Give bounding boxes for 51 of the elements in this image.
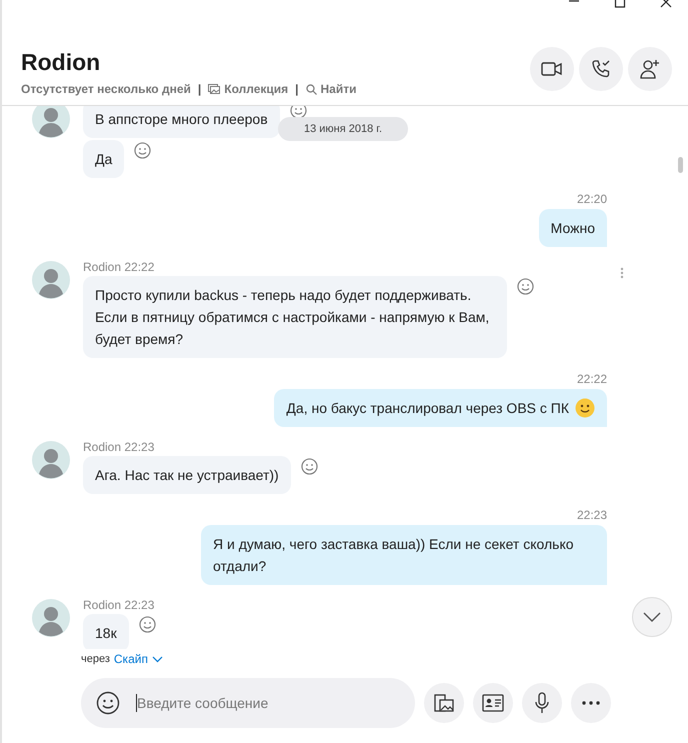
separator: | <box>198 82 202 96</box>
emoji-reaction-icon[interactable] <box>138 616 156 633</box>
search-link[interactable]: Найти <box>306 82 356 96</box>
message-field[interactable]: Введите сообщение <box>81 678 415 728</box>
gallery-link[interactable]: Коллекция <box>208 82 288 96</box>
sender-time: Rodion 22:23 <box>83 599 156 612</box>
date-label: 13 июня 2018 г. <box>278 117 408 141</box>
emoji-reaction-icon[interactable] <box>300 458 318 475</box>
message-input[interactable]: Введите сообщение <box>136 694 379 712</box>
contact-card-button[interactable] <box>473 683 513 723</box>
message-time: 22:22 <box>576 372 607 386</box>
emoji-reaction-icon[interactable] <box>290 106 307 119</box>
phone-icon <box>590 58 612 80</box>
via-link[interactable]: Скайп <box>114 652 163 666</box>
maximize-icon[interactable] <box>614 0 626 8</box>
more-icon <box>582 701 600 705</box>
gallery-icon <box>208 84 220 94</box>
sender-time: Rodion 22:22 <box>83 261 156 274</box>
close-icon[interactable] <box>660 0 672 8</box>
image-icon <box>433 692 455 714</box>
via-text: через <box>81 653 110 665</box>
emoji-reaction-icon[interactable] <box>517 278 534 295</box>
emoji-icon[interactable] <box>96 691 120 715</box>
message-bubble: Можно <box>538 209 607 247</box>
message-bubble: Ага. Нас так не устраивает)) <box>83 456 291 494</box>
contact-name: Rodion <box>21 49 102 76</box>
video-camera-icon <box>541 60 563 76</box>
emoji-reaction-icon[interactable] <box>134 142 152 159</box>
chevron-down-icon <box>642 611 662 623</box>
message-bubble: Просто купили backus - теперь надо будет поддерживать. Если в пятницу обратимся с настройками - напрямую к Вам, будет время? <box>83 276 507 358</box>
sender-time: Rodion 22:23 <box>83 441 156 454</box>
media-button[interactable] <box>424 683 464 723</box>
message-bubble: 18к <box>83 614 129 649</box>
status-text: Отсутствует несколько дней <box>21 82 191 96</box>
message-time: 22:23 <box>576 508 607 522</box>
chevron-down-icon <box>152 656 163 662</box>
message-bubble: Да <box>83 140 124 178</box>
microphone-button[interactable] <box>522 683 562 723</box>
scrollbar-thumb[interactable] <box>678 157 683 173</box>
message-bubble: Да, но бакус транслировал через OBS с ПК <box>274 389 607 427</box>
contact-card-icon <box>482 694 504 712</box>
audio-call-button[interactable] <box>579 46 623 90</box>
message-bubble: В аппсторе много плееров <box>83 106 280 138</box>
search-icon <box>306 84 316 94</box>
add-person-button[interactable] <box>628 46 672 90</box>
message-bubble: Я и думаю, чего заставка ваша)) Если не секет сколько отдали? <box>201 525 607 585</box>
add-person-icon <box>639 58 661 80</box>
separator: | <box>295 82 298 96</box>
video-call-button[interactable] <box>530 46 574 90</box>
microphone-icon <box>534 692 550 714</box>
message-time: 22:20 <box>576 192 607 206</box>
